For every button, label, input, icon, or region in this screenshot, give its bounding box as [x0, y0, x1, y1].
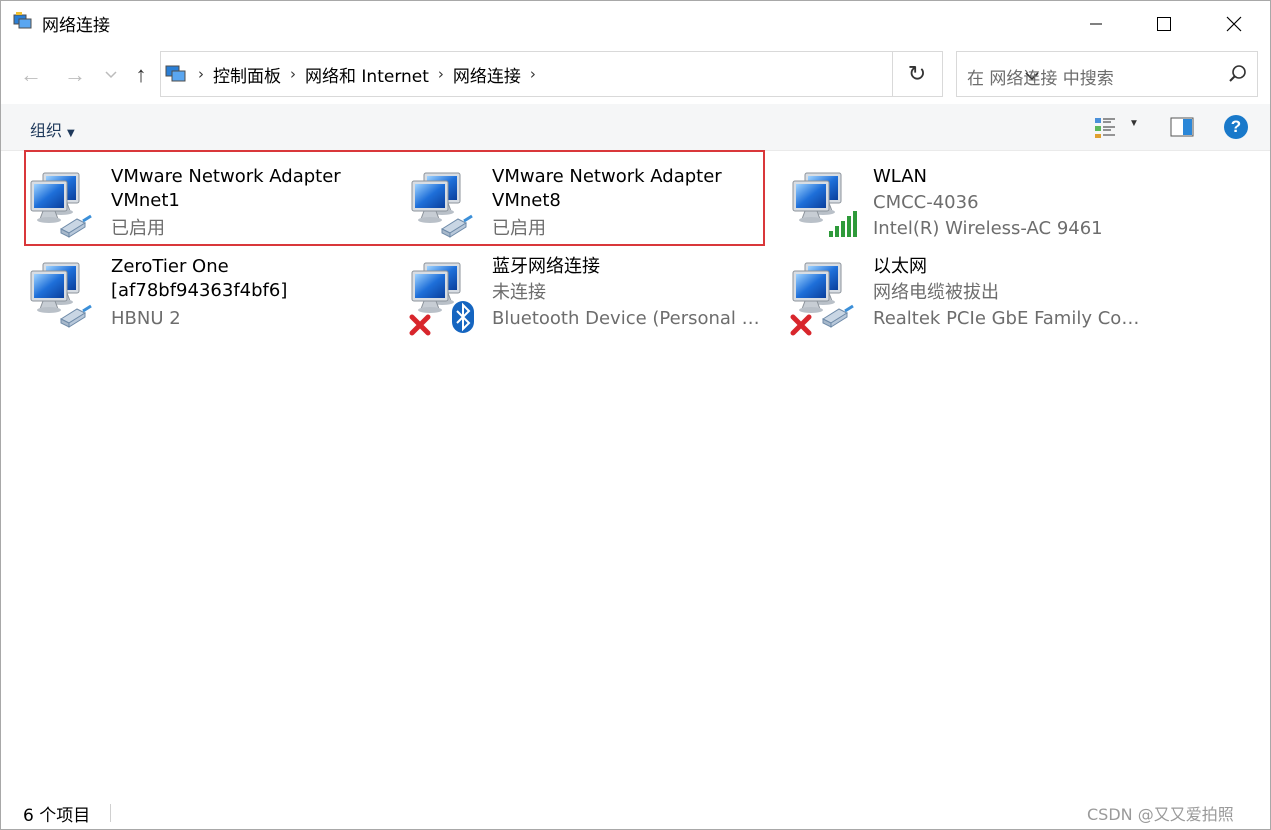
- control-panel-network-icon: [165, 65, 186, 82]
- address-bar[interactable]: › 控制面板 › 网络和 Internet › 网络连接 ›: [160, 51, 1039, 97]
- minimize-button[interactable]: [1061, 1, 1131, 46]
- breadcrumb: › 控制面板 › 网络和 Internet › 网络连接 ›: [189, 52, 545, 96]
- network-adapter-icon: [27, 261, 107, 341]
- change-view-icon[interactable]: [1093, 115, 1117, 139]
- ethernet-adapter-disconnected-icon: [789, 261, 869, 341]
- search-input[interactable]: 在 网络连接 中搜索: [967, 64, 1114, 89]
- close-icon: [1226, 16, 1242, 31]
- connection-item-bluetooth[interactable]: 蓝牙网络连接 未连接 Bluetooth Device (Personal Ar…: [408, 255, 778, 343]
- chevron-down-icon: [105, 71, 117, 79]
- connection-name: 以太网: [873, 256, 927, 277]
- connection-item-wlan[interactable]: WLAN CMCC-4036 Intel(R) Wireless-AC 9461: [789, 165, 1159, 253]
- connection-device: Intel(R) Wireless-AC 9461: [873, 218, 1103, 239]
- wifi-adapter-icon: [792, 172, 857, 237]
- window-title: 网络连接: [42, 16, 110, 36]
- back-button[interactable]: ←: [19, 62, 43, 87]
- connection-status: 网络电缆被拔出: [873, 282, 999, 303]
- search-box[interactable]: 在 网络连接 中搜索: [956, 51, 1258, 97]
- maximize-button[interactable]: [1129, 1, 1199, 46]
- bluetooth-adapter-disconnected-icon: [408, 262, 474, 341]
- connection-status: 未连接: [492, 282, 546, 303]
- caret-down-icon: ▼: [67, 128, 75, 139]
- network-connections-icon: [13, 12, 32, 29]
- title-bar[interactable]: 网络连接: [1, 1, 1270, 46]
- connection-item-zerotier[interactable]: ZeroTier One [af78bf94363f4bf6] HBNU 2: [27, 255, 397, 343]
- navigation-bar: ← → ↑ › 控制面板 › 网络和 Internet › 网络连接 › ↻ 在…: [1, 49, 1270, 101]
- up-button[interactable]: ↑: [129, 62, 153, 87]
- refresh-icon: ↻: [907, 61, 927, 86]
- connection-device: Bluetooth Device (Personal Area Network): [492, 308, 770, 329]
- organize-label: 组织: [30, 121, 63, 140]
- breadcrumb-network-connections[interactable]: 网络连接: [453, 62, 521, 87]
- connection-name: WLAN: [873, 166, 928, 187]
- view-options-dropdown-icon[interactable]: ▼: [1129, 118, 1139, 129]
- close-button[interactable]: [1199, 1, 1269, 46]
- breadcrumb-network-internet[interactable]: 网络和 Internet: [305, 62, 429, 87]
- connection-name: ZeroTier One [af78bf94363f4bf6]: [111, 256, 288, 301]
- breadcrumb-separator-icon[interactable]: ›: [521, 65, 545, 83]
- breadcrumb-control-panel[interactable]: 控制面板: [213, 62, 281, 87]
- breadcrumb-separator-icon[interactable]: ›: [189, 65, 213, 83]
- connection-status: CMCC-4036: [873, 192, 979, 213]
- preview-pane-icon[interactable]: [1170, 116, 1194, 138]
- forward-arrow-icon: →: [64, 62, 86, 87]
- up-arrow-icon: ↑: [135, 62, 147, 87]
- command-bar: 组织 ▼ ▼ ?: [1, 104, 1270, 151]
- search-icon[interactable]: [1229, 65, 1247, 83]
- highlight-box: [24, 150, 765, 246]
- status-divider: [110, 804, 111, 822]
- connection-item-ethernet[interactable]: 以太网 网络电缆被拔出 Realtek PCIe GbE Family Cont…: [789, 255, 1159, 343]
- explorer-window: 网络连接 ← → ↑ › 控制面板 › 网络和 Internet › 网络连接 …: [0, 0, 1271, 830]
- recent-locations-button[interactable]: [99, 63, 123, 87]
- watermark: CSDN @又又爱拍照: [1087, 805, 1234, 824]
- item-count: 6 个项目: [23, 806, 91, 826]
- maximize-icon: [1157, 16, 1171, 31]
- minimize-icon: [1090, 23, 1102, 24]
- connection-status: HBNU 2: [111, 308, 181, 329]
- connection-device: Realtek PCIe GbE Family Controller: [873, 308, 1149, 329]
- help-icon[interactable]: ?: [1224, 115, 1248, 139]
- organize-button[interactable]: 组织 ▼: [30, 117, 75, 141]
- refresh-button[interactable]: ↻: [892, 51, 943, 97]
- breadcrumb-separator-icon[interactable]: ›: [281, 65, 305, 83]
- connection-name: 蓝牙网络连接: [492, 256, 600, 277]
- forward-button[interactable]: →: [63, 62, 87, 87]
- back-arrow-icon: ←: [20, 62, 42, 87]
- breadcrumb-separator-icon[interactable]: ›: [429, 65, 453, 83]
